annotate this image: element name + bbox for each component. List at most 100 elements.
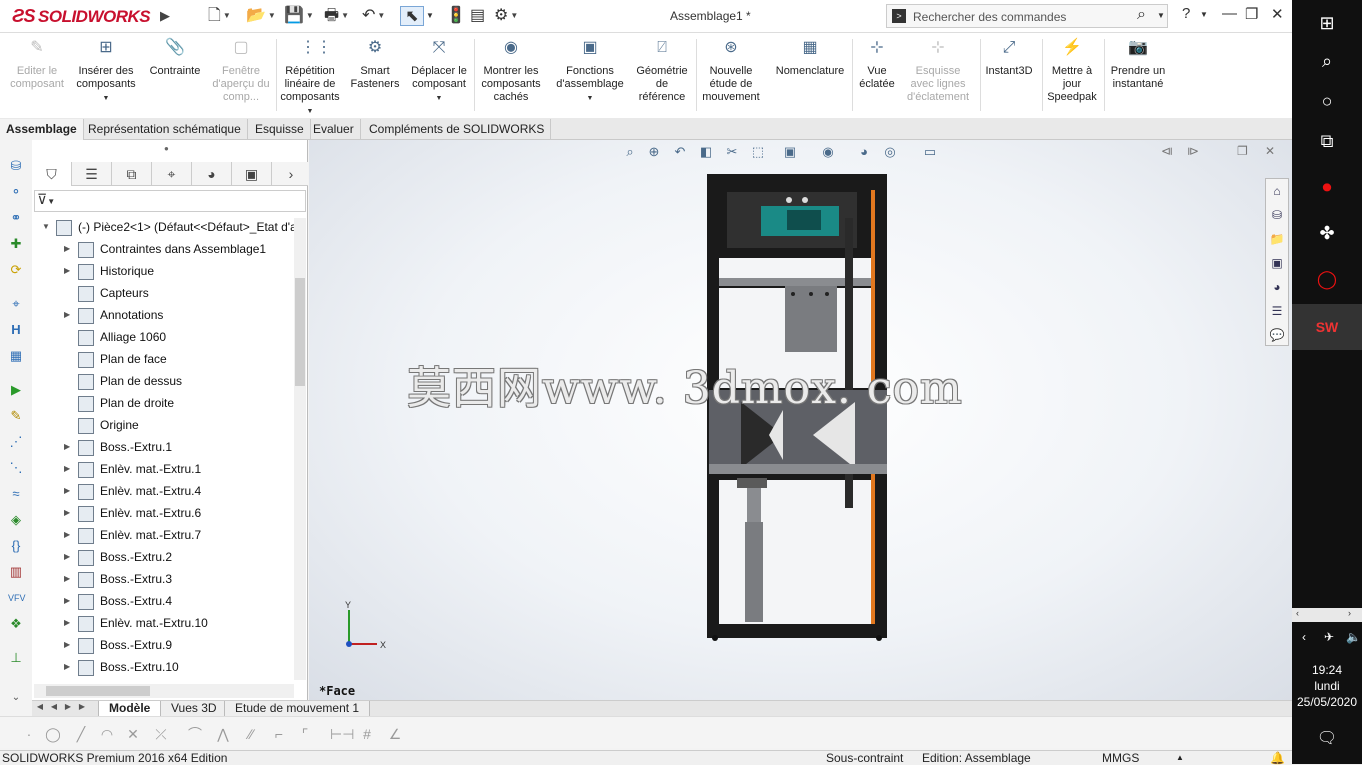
tree-item[interactable]: Origine	[78, 414, 139, 436]
ribbon-snapshot-button[interactable]: 📷 Prendre un instantané	[1106, 40, 1170, 91]
tree-item[interactable]: ▶ Annotations	[64, 304, 163, 326]
cylinder-tool-icon[interactable]: ⛁	[8, 158, 24, 174]
task-view-icon[interactable]: ⧉	[1292, 118, 1362, 164]
mate-tool-icon[interactable]: ⚭	[8, 210, 24, 226]
notification-bell-icon[interactable]: 🔔	[1270, 751, 1285, 765]
axis-tool-icon[interactable]: ⊥	[8, 650, 24, 666]
dropdown-arrow-icon[interactable]: ▼	[72, 92, 140, 105]
cm-tab[interactable]: Evaluer	[307, 119, 361, 140]
expand-arrow-icon[interactable]: ▶	[64, 656, 70, 678]
new-document-icon[interactable]: 🗋 ▼	[208, 6, 231, 26]
expand-arrow-icon[interactable]: ▶	[64, 238, 70, 260]
volume-icon[interactable]: 🔈	[1346, 630, 1361, 644]
expand-arrow-icon[interactable]: ▶	[64, 634, 70, 656]
record-app-icon[interactable]: ⏺	[1292, 164, 1362, 210]
panel-grip-icon[interactable]: ●	[164, 144, 169, 153]
tree-item[interactable]: ▶ Boss.-Extru.3	[64, 568, 172, 590]
offset-icon[interactable]: ⌒	[186, 725, 204, 743]
ribbon-pattern-button[interactable]: ⋮⋮ Répétition linéaire de composants ▼	[276, 40, 344, 118]
search-dropdown-icon[interactable]: ▼	[1157, 11, 1165, 20]
toolbar-more-icon[interactable]: ⌄	[8, 690, 24, 706]
tab-model[interactable]: Modèle	[98, 701, 162, 717]
command-search-input[interactable]: > Rechercher des commandes ⌕ ▼	[886, 4, 1168, 28]
tree-item[interactable]: Plan de droite	[78, 392, 174, 414]
help-dropdown-icon[interactable]: ▼	[1200, 10, 1208, 19]
tab-cam[interactable]: ▣	[232, 162, 272, 186]
ribbon-hidden-button[interactable]: ◉ Montrer les composants cachés	[478, 40, 544, 104]
tab-feature-tree[interactable]: ⛉	[32, 162, 72, 186]
corner-icon[interactable]: ⌐	[270, 725, 288, 743]
expand-arrow-icon[interactable]: ▶	[64, 590, 70, 612]
tray-expand-icon[interactable]: ‹	[1302, 630, 1306, 644]
ribbon-instant3d-button[interactable]: ⤢ Instant3D	[980, 40, 1038, 78]
tab-motion-study[interactable]: Etude de mouvement 1	[224, 701, 371, 717]
graph3-tool-icon[interactable]: ≈	[8, 486, 24, 502]
cm-tab[interactable]: Assemblage	[0, 119, 84, 140]
select-cursor-icon[interactable]: ⬉	[400, 6, 424, 26]
tab-property-manager[interactable]: ☰	[72, 162, 112, 186]
dropdown-arrow-icon[interactable]: ▼	[552, 92, 628, 105]
graphics-area[interactable]: ⌕ ⊕ ↶ ◧ ✂ ⬚ ▣ ◉ ◕ ◎ ▭ ⧏ ⧐ ❐ ✕ ⌂ ⛁ 📁 ▣ ◕ …	[309, 140, 1292, 702]
prev-tab-icon[interactable]: ◀	[48, 702, 60, 716]
close-icon[interactable]: ✕	[1271, 5, 1284, 23]
solidworks-logo[interactable]: ƧS SOLIDWORKS	[12, 6, 151, 27]
minimize-icon[interactable]: —	[1222, 5, 1237, 22]
options-gear-icon[interactable]: ⚙ ▼	[494, 6, 518, 26]
tree-item[interactable]: ▶ Boss.-Extru.2	[64, 546, 172, 568]
point-icon[interactable]: ·	[20, 725, 38, 743]
insert-tool-icon[interactable]: ✚	[8, 236, 24, 252]
scrollbar-thumb[interactable]	[295, 278, 305, 386]
menu-expand-arrow-icon[interactable]: ▶	[160, 8, 170, 24]
cm-tab[interactable]: Représentation schématique	[82, 119, 248, 140]
tree-item[interactable]: Alliage 1060	[78, 326, 166, 348]
play-tool-icon[interactable]: ▶	[8, 382, 24, 398]
expand-arrow-icon[interactable]: ▶	[64, 304, 70, 326]
ribbon-move-button[interactable]: ⤧ Déplacer le composant ▼	[406, 40, 472, 105]
tree-item[interactable]: ▶ Boss.-Extru.9	[64, 634, 172, 656]
opera-icon[interactable]: ◯	[1292, 256, 1362, 302]
ribbon-fasteners-button[interactable]: ⚙ Smart Fasteners	[346, 40, 404, 91]
tree-horizontal-scrollbar[interactable]	[34, 684, 294, 698]
collapse-arrow-icon[interactable]: ▼	[42, 216, 50, 238]
tree-filter-icon[interactable]: ⊽▼	[34, 190, 306, 212]
file-properties-icon[interactable]: ▤	[470, 6, 485, 26]
action-center-icon[interactable]: 🗨	[1314, 728, 1340, 754]
tree-item[interactable]: ▶ Enlèv. mat.-Extru.6	[64, 502, 201, 524]
trim-icon[interactable]: ✕	[124, 725, 142, 743]
arc-icon[interactable]: ◠	[98, 725, 116, 743]
library-tool-icon[interactable]: ▥	[8, 564, 24, 580]
help-button[interactable]: ?	[1182, 5, 1190, 22]
expand-arrow-icon[interactable]: ▶	[64, 612, 70, 634]
ribbon-motion-button[interactable]: ⊛ Nouvelle étude de mouvement	[698, 40, 764, 104]
app-bird-icon[interactable]: ✤	[1292, 210, 1362, 256]
assembly-model[interactable]	[309, 140, 1292, 702]
tree-item[interactable]: Capteurs	[78, 282, 149, 304]
extend-icon[interactable]: ⤫	[152, 725, 170, 743]
ribbon-bom-button[interactable]: ▦ Nomenclature	[770, 40, 850, 78]
tree-item[interactable]: ▶ Boss.-Extru.4	[64, 590, 172, 612]
tab-configuration-manager[interactable]: ⧉	[112, 162, 152, 186]
variable-tool-icon[interactable]: VFV	[8, 590, 26, 606]
tree-item[interactable]: ▶ Historique	[64, 260, 154, 282]
tree-item[interactable]: ▶ Boss.-Extru.1	[64, 436, 172, 458]
expand-arrow-icon[interactable]: ▶	[64, 480, 70, 502]
expand-arrow-icon[interactable]: ▶	[64, 546, 70, 568]
pencil-tool-icon[interactable]: ✎	[8, 408, 24, 424]
ribbon-refgeom-button[interactable]: ⍁ Géométrie de référence	[632, 40, 692, 104]
network-icon[interactable]: ✈	[1324, 630, 1334, 644]
cm-tab[interactable]: Esquisse	[249, 119, 311, 140]
first-tab-icon[interactable]: ◀	[34, 702, 46, 716]
cm-tab[interactable]: Compléments de SOLIDWORKS	[363, 119, 552, 140]
rebuild-traffic-light-icon[interactable]: 🚦	[446, 6, 466, 26]
open-folder-icon[interactable]: 📂 ▼	[246, 6, 276, 26]
expand-arrow-icon[interactable]: ▶	[64, 568, 70, 590]
tab-3d-views[interactable]: Vues 3D	[160, 701, 228, 717]
scroll-left-icon[interactable]: ‹	[1296, 608, 1299, 618]
last-tab-icon[interactable]: ▶	[76, 702, 88, 716]
tree-item[interactable]: ▶ Enlèv. mat.-Extru.4	[64, 480, 201, 502]
reference-tool-icon[interactable]: ⌖	[8, 296, 24, 312]
unit-system[interactable]: MMGS	[1102, 751, 1139, 765]
save-icon[interactable]: 💾 ▼	[284, 6, 314, 26]
hole-tool-icon[interactable]: H	[8, 322, 24, 338]
ribbon-mate-button[interactable]: 📎 Contrainte	[144, 40, 206, 78]
